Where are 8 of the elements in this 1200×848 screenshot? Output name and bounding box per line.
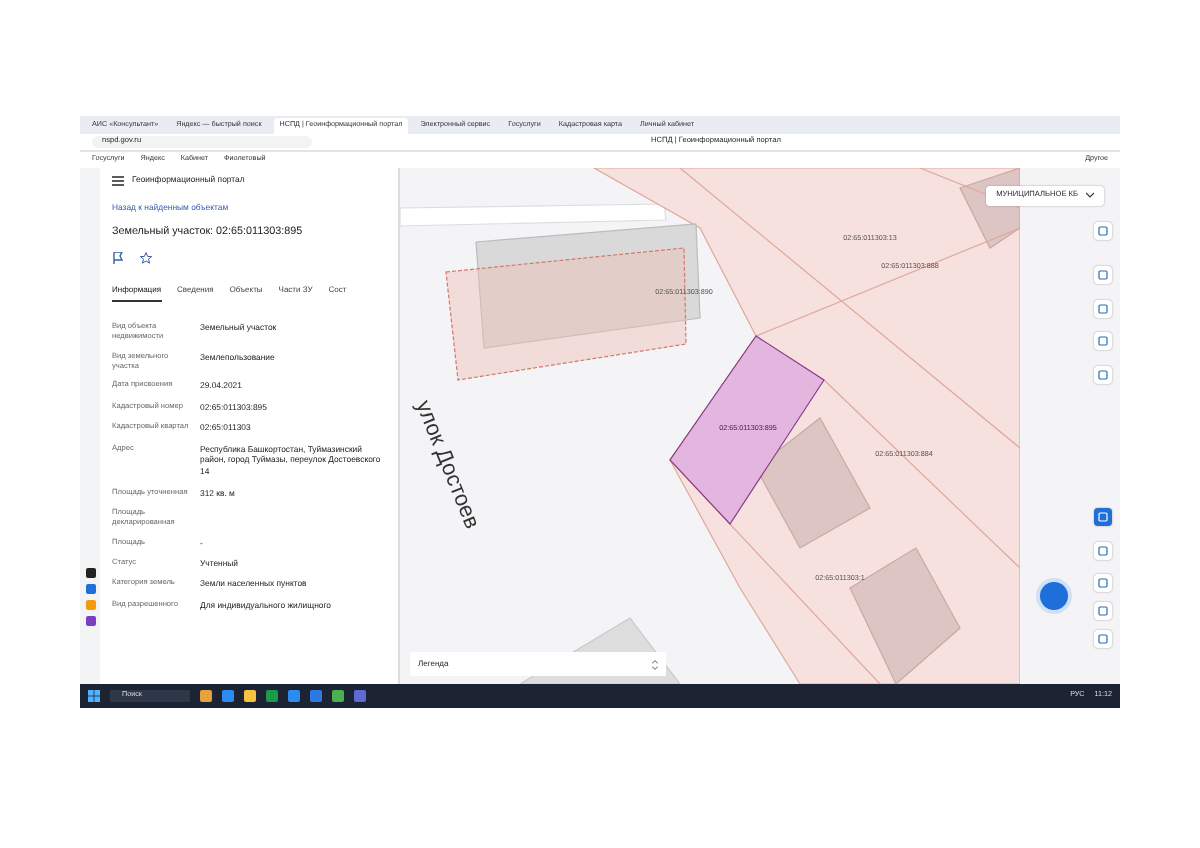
- menu-icon[interactable]: [112, 175, 124, 186]
- caret-icon: [1086, 192, 1094, 199]
- windows-start-icon[interactable]: [88, 690, 100, 702]
- chat-button[interactable]: [1094, 508, 1112, 526]
- layers-menu-button[interactable]: [1040, 582, 1068, 610]
- sort-icon[interactable]: [652, 659, 658, 669]
- star-icon[interactable]: [140, 251, 152, 264]
- map-tool-button[interactable]: [1094, 222, 1112, 240]
